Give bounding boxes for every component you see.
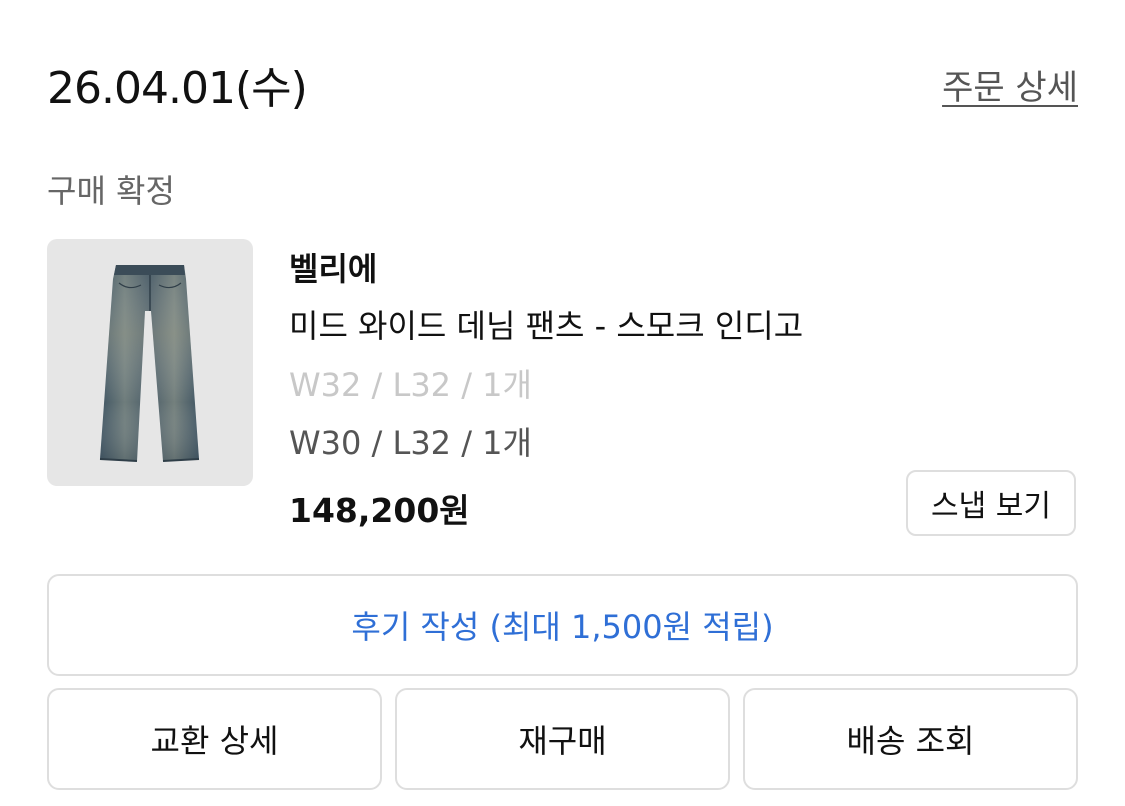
order-status: 구매 확정	[47, 172, 175, 210]
order-date: 26.04.01(수)	[47, 63, 308, 114]
product-name[interactable]: 미드 와이드 데님 팬츠 - 스모크 인디고	[289, 301, 803, 347]
order-actions: 교환 상세 재구매 배송 조회	[47, 688, 1078, 790]
product-image[interactable]	[47, 239, 253, 486]
product-price: 148,200원	[289, 491, 470, 530]
snap-view-button[interactable]: 스냅 보기	[906, 470, 1076, 536]
exchange-detail-button[interactable]: 교환 상세	[47, 688, 382, 790]
denim-pants-icon	[99, 265, 200, 462]
brand-name[interactable]: 벨리에	[289, 244, 377, 290]
delivery-tracking-button[interactable]: 배송 조회	[743, 688, 1078, 790]
current-option: W30 / L32 / 1개	[289, 424, 532, 462]
previous-option: W32 / L32 / 1개	[289, 366, 532, 404]
write-review-button[interactable]: 후기 작성 (최대 1,500원 적립)	[47, 574, 1078, 676]
repurchase-button[interactable]: 재구매	[395, 688, 730, 790]
order-detail-link[interactable]: 주문 상세	[942, 60, 1078, 109]
